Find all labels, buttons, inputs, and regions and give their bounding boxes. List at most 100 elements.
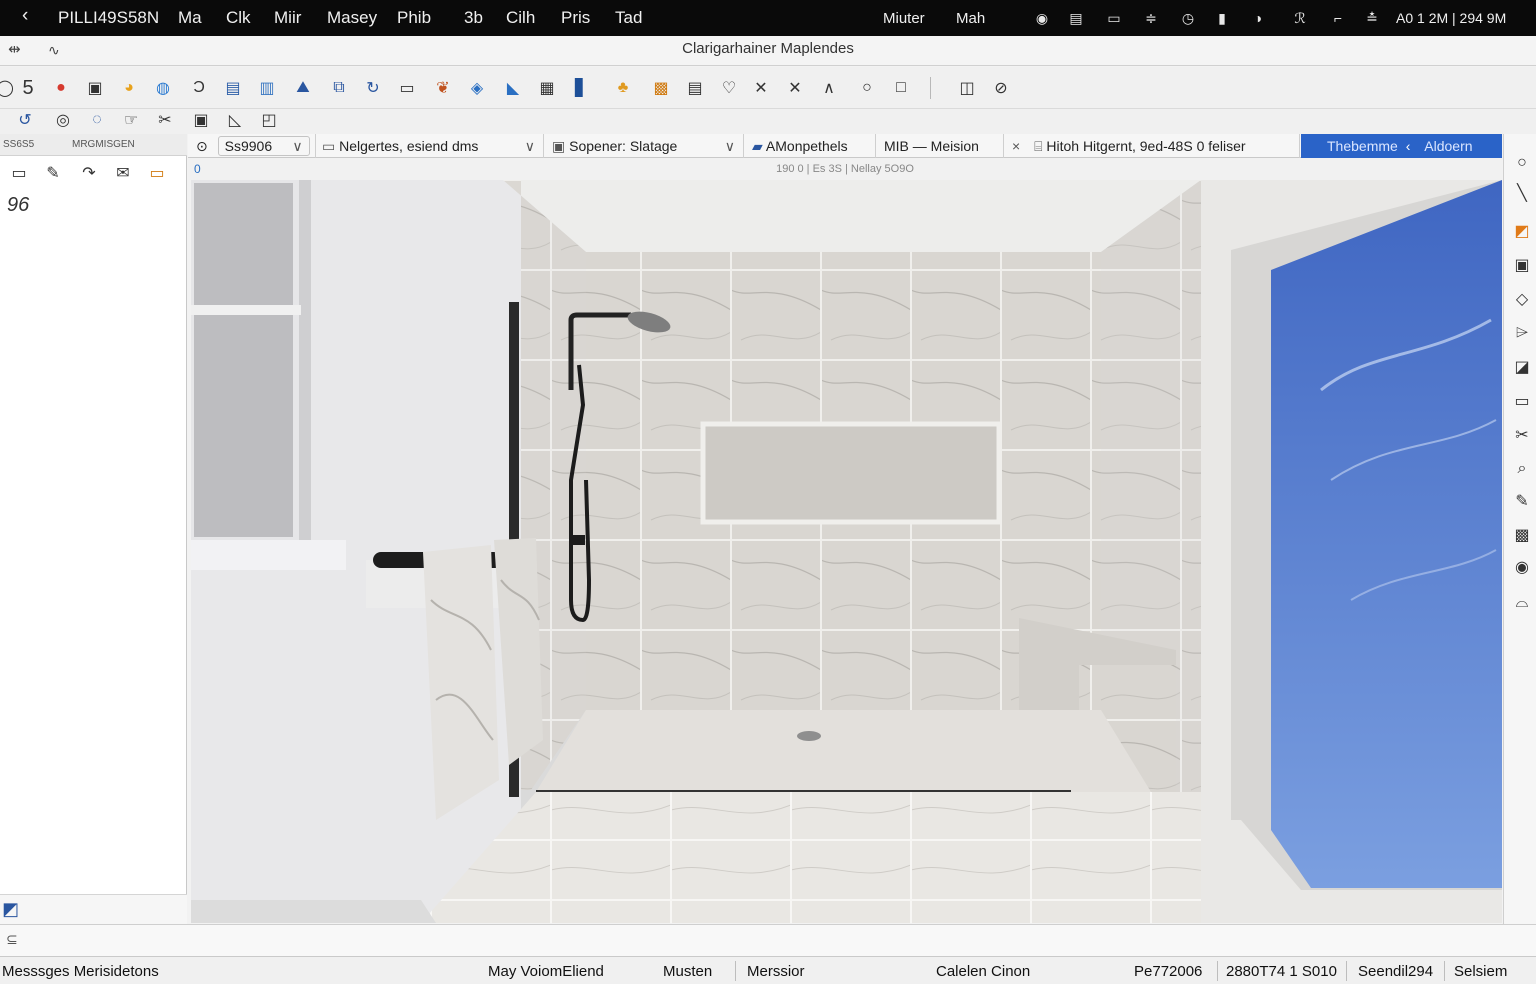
tag-icon[interactable]: ◇ <box>1511 288 1533 310</box>
tab-active[interactable]: Thebemme ‹ Aldoern <box>1301 134 1502 158</box>
tab-input[interactable]: Ss9906 ∨ <box>217 136 310 156</box>
image-icon[interactable]: ◪ <box>1511 356 1533 378</box>
tab-item[interactable]: ⊙ Ss9906 ∨ <box>188 134 316 158</box>
split-view-icon[interactable]: ◫ <box>956 77 978 99</box>
tab-item[interactable]: MIB — Meision <box>876 134 1004 158</box>
refresh-icon[interactable]: ↻ <box>362 77 384 99</box>
status-field[interactable]: Seendil294 <box>1358 963 1433 980</box>
folder-icon[interactable]: ▭ <box>146 162 168 184</box>
chat-icon[interactable]: ◑ <box>1250 10 1266 26</box>
menu-item[interactable]: Masey <box>327 8 377 28</box>
status-field[interactable]: May VoiomEliend <box>488 963 604 980</box>
model-viewport[interactable] <box>191 180 1502 923</box>
screen-icon[interactable]: ▣ <box>1511 254 1533 276</box>
paint-icon[interactable]: ◕ <box>118 77 140 99</box>
monitor-icon[interactable]: ▭ <box>8 162 30 184</box>
status-field[interactable]: 2880T74 1 S010 <box>1226 963 1337 980</box>
clock-icon[interactable]: ◷ <box>1180 10 1196 26</box>
window-icon[interactable]: ▣ <box>84 77 106 99</box>
mail-icon[interactable]: ✉ <box>112 162 134 184</box>
redo-icon[interactable]: Ɔ <box>188 77 210 99</box>
status-field[interactable]: Pe772006 <box>1134 963 1202 980</box>
wifi-icon[interactable]: ℛ <box>1292 10 1308 26</box>
layout-icon[interactable]: ◰ <box>258 109 280 131</box>
menu-item[interactable]: Clk <box>226 8 251 28</box>
eraser-icon[interactable]: ⌲ <box>1511 322 1533 344</box>
sound-icon[interactable]: ≛ <box>1364 10 1380 26</box>
tab-item[interactable]: ▰ AMonpethels <box>744 134 876 158</box>
undo-icon[interactable]: 5 <box>17 77 39 99</box>
group-icon[interactable]: ♣ <box>612 77 634 99</box>
scissors-icon[interactable]: ✂ <box>154 109 176 131</box>
close-icon[interactable]: × <box>1012 138 1020 154</box>
book-icon[interactable]: ▋ <box>570 77 592 99</box>
orbit-icon[interactable]: ↺ <box>14 109 36 131</box>
qr-icon[interactable]: ▩ <box>1511 524 1533 546</box>
command-line[interactable]: ⊆ <box>0 924 1536 956</box>
chart-icon[interactable]: ◩ <box>2 899 19 920</box>
menu-item[interactable]: Ma <box>178 8 202 28</box>
menu-item[interactable]: Tad <box>615 8 642 28</box>
warehouse-icon[interactable]: ▩ <box>650 77 672 99</box>
menu-item[interactable]: Pris <box>561 8 590 28</box>
display-icon[interactable]: ▭ <box>1106 10 1122 26</box>
tab-item[interactable]: ▭ Nelgertes, esiend dms ∨ <box>316 134 544 158</box>
status-circle-icon[interactable]: ◉ <box>1034 10 1050 26</box>
status-field[interactable]: Calelen Cinon <box>936 963 1030 980</box>
search-icon[interactable]: ○ <box>856 77 878 99</box>
menu-item-right[interactable]: Mah <box>956 10 985 27</box>
material-icon[interactable]: ❦ <box>432 77 454 99</box>
camera-icon[interactable]: ◉ <box>1511 556 1533 578</box>
flag-icon[interactable]: ⌐ <box>1330 10 1346 26</box>
circle-icon[interactable]: ○ <box>1511 152 1533 174</box>
panel-tab-left[interactable]: SS6S5 <box>3 139 34 150</box>
list-doc-icon[interactable]: ▤ <box>684 77 706 99</box>
heart-icon[interactable]: ♡ <box>718 77 740 99</box>
zoom-icon[interactable]: ⌕ <box>1511 458 1533 480</box>
landscape-icon[interactable]: ⛰ <box>292 77 314 99</box>
circle-tool-icon[interactable]: ◯ <box>0 77 16 99</box>
back-icon[interactable]: ‹ <box>22 5 28 27</box>
menu-item-right[interactable]: Miuter <box>883 10 925 27</box>
document-icon[interactable]: ▥ <box>256 77 278 99</box>
save-icon[interactable]: ▤ <box>222 77 244 99</box>
line-icon[interactable]: ╲ <box>1511 182 1533 204</box>
pan-icon[interactable]: ☞ <box>120 109 142 131</box>
menu-item[interactable]: Miir <box>274 8 301 28</box>
rotate-icon[interactable]: ◌ <box>86 109 108 131</box>
record-icon[interactable]: ● <box>50 77 72 99</box>
close-x-icon[interactable]: ✕ <box>750 77 772 99</box>
status-field[interactable]: Merssior <box>747 963 805 980</box>
caret-up-icon[interactable]: ∧ <box>818 77 840 99</box>
battery-icon[interactable]: ▮ <box>1214 10 1230 26</box>
cross-icon[interactable]: ✕ <box>784 77 806 99</box>
menu-item[interactable]: Phib <box>397 8 431 28</box>
list-icon[interactable]: ▤ <box>1068 10 1084 26</box>
status-field[interactable]: Musten <box>663 963 712 980</box>
texture-icon[interactable]: ◩ <box>1511 220 1533 242</box>
menu-item[interactable]: 3b <box>464 8 483 28</box>
hat-icon[interactable]: ⌓ <box>1511 592 1533 614</box>
frame-icon[interactable]: ▣ <box>190 109 212 131</box>
folder-icon[interactable]: ▭ <box>1511 390 1533 412</box>
eraser-icon[interactable]: ◈ <box>466 77 488 99</box>
measure-icon[interactable]: ◣ <box>502 77 524 99</box>
crop-icon[interactable]: ◺ <box>224 109 246 131</box>
component-icon[interactable]: ⧉ <box>328 77 350 99</box>
tab-item[interactable]: × ⌸ Hitoh Hitgernt, 9ed-48S 0 feliser <box>1004 134 1300 158</box>
menu-item[interactable]: Cilh <box>506 8 535 28</box>
pencil-icon[interactable]: ✎ <box>42 162 64 184</box>
table-icon[interactable]: ▦ <box>536 77 558 99</box>
globe-icon[interactable]: ◍ <box>152 77 174 99</box>
tab-item[interactable]: ▣ Sopener: Slatage ∨ <box>544 134 744 158</box>
square-icon[interactable]: □ <box>890 77 912 99</box>
redo-arrow-icon[interactable]: ↷ <box>78 162 100 184</box>
page-icon[interactable]: ▭ <box>396 77 418 99</box>
status-field[interactable]: Selsiem <box>1454 963 1507 980</box>
pen-icon[interactable]: ✎ <box>1511 490 1533 512</box>
app-name[interactable]: PILLI49S58N <box>58 8 159 28</box>
panel-tab-right[interactable]: MRGMISGEN <box>72 139 135 150</box>
stack-icon[interactable]: ≑ <box>1143 10 1159 26</box>
compass-icon[interactable]: ⊘ <box>990 77 1012 99</box>
scissors-icon[interactable]: ✂ <box>1511 424 1533 446</box>
